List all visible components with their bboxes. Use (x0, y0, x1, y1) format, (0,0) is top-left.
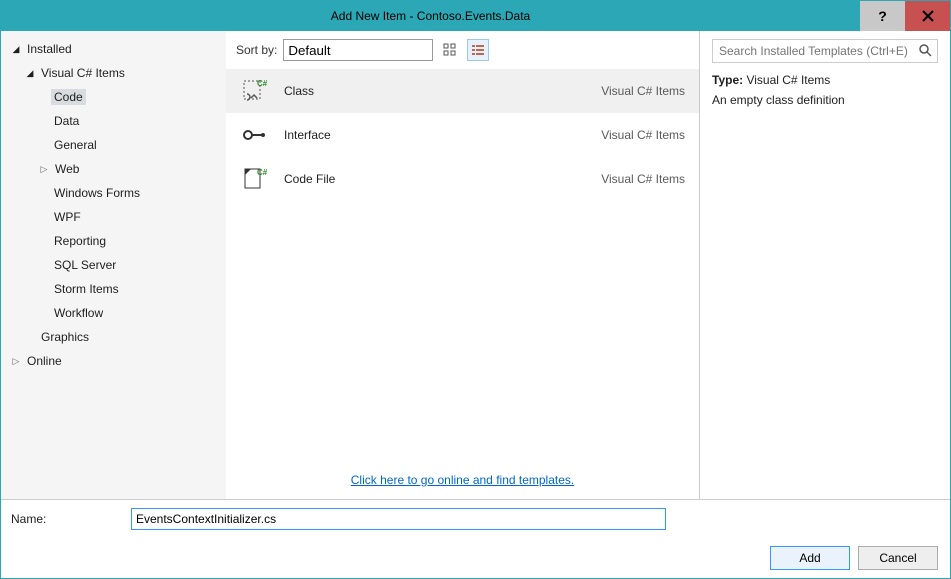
category-tree: ◢Installed ◢Visual C# Items Code Data Ge… (1, 31, 226, 499)
tree-csharp-items[interactable]: ◢Visual C# Items (1, 61, 226, 85)
tree-workflow[interactable]: Workflow (1, 301, 226, 325)
add-button[interactable]: Add (770, 546, 850, 570)
tree-wpf[interactable]: WPF (1, 205, 226, 229)
template-category: Visual C# Items (601, 128, 685, 142)
interface-icon (240, 121, 268, 149)
tree-web[interactable]: ▷Web (1, 157, 226, 181)
template-category: Visual C# Items (601, 172, 685, 186)
tree-reporting[interactable]: Reporting (1, 229, 226, 253)
search-wrap (712, 39, 938, 63)
template-list: C# Class Visual C# Items Interface Visua… (226, 69, 699, 461)
name-input[interactable] (131, 508, 666, 530)
close-button[interactable] (905, 1, 950, 31)
sort-label: Sort by: (236, 43, 277, 57)
template-name: Interface (284, 128, 585, 142)
template-interface[interactable]: Interface Visual C# Items (226, 113, 699, 157)
template-category: Visual C# Items (601, 84, 685, 98)
tree-code[interactable]: Code (1, 85, 226, 109)
details-type: Type: Visual C# Items (712, 73, 938, 87)
button-bar: Add Cancel (1, 538, 950, 578)
search-icon[interactable] (918, 43, 932, 57)
svg-text:C#: C# (257, 168, 267, 177)
name-bar: Name: (1, 499, 950, 538)
template-name: Class (284, 84, 585, 98)
tree-general[interactable]: General (1, 133, 226, 157)
tree-installed[interactable]: ◢Installed (1, 37, 226, 61)
details-description: An empty class definition (712, 93, 938, 107)
view-small-icons[interactable] (439, 39, 461, 61)
tree-graphics[interactable]: Graphics (1, 325, 226, 349)
main-content: ◢Installed ◢Visual C# Items Code Data Ge… (1, 31, 950, 499)
svg-text:C#: C# (257, 79, 267, 88)
class-icon: C# (240, 77, 268, 105)
tree-winforms[interactable]: Windows Forms (1, 181, 226, 205)
type-label: Type: (712, 73, 743, 87)
tree-data[interactable]: Data (1, 109, 226, 133)
codefile-icon: C# (240, 165, 268, 193)
template-codefile[interactable]: C# Code File Visual C# Items (226, 157, 699, 201)
cancel-button[interactable]: Cancel (858, 546, 938, 570)
toolbar: Sort by: (226, 31, 699, 69)
template-class[interactable]: C# Class Visual C# Items (226, 69, 699, 113)
window-title: Add New Item - Contoso.Events.Data (1, 9, 860, 23)
details-panel: Type: Visual C# Items An empty class def… (700, 31, 950, 499)
template-panel: Sort by: C# Class Visual C# Items I (226, 31, 700, 499)
tree-storm[interactable]: Storm Items (1, 277, 226, 301)
template-name: Code File (284, 172, 585, 186)
online-templates-link[interactable]: Click here to go online and find templat… (351, 473, 574, 487)
titlebar: Add New Item - Contoso.Events.Data ? (1, 1, 950, 31)
type-value: Visual C# Items (746, 73, 830, 87)
search-input[interactable] (712, 39, 938, 63)
view-list-icons[interactable] (467, 39, 489, 61)
sort-dropdown[interactable] (283, 39, 433, 61)
tree-sql[interactable]: SQL Server (1, 253, 226, 277)
online-templates-link-row: Click here to go online and find templat… (226, 461, 699, 499)
help-button[interactable]: ? (860, 1, 905, 31)
name-label: Name: (11, 512, 121, 526)
tree-online[interactable]: ▷Online (1, 349, 226, 373)
window-controls: ? (860, 1, 950, 31)
